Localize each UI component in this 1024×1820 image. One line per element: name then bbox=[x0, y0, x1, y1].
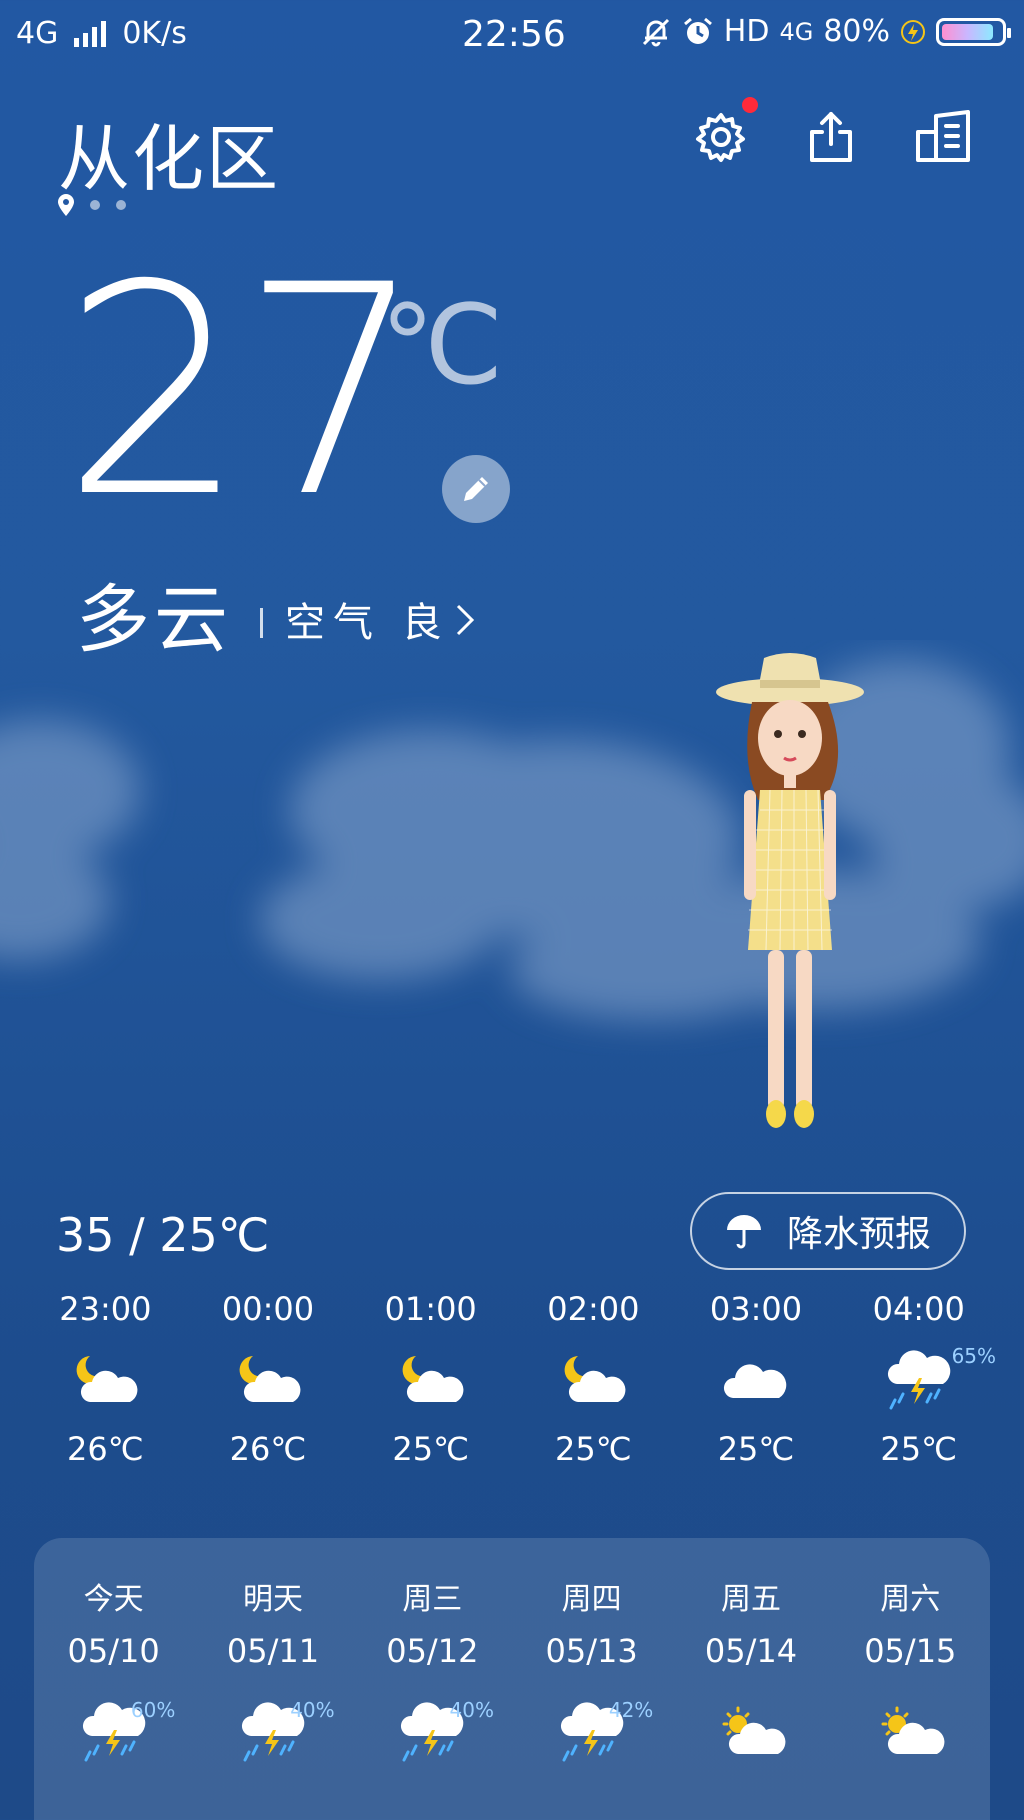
page-dot bbox=[116, 200, 126, 210]
battery-icon bbox=[936, 17, 1011, 46]
status-bar: 4G 0K/s 22:56 HD 4G 80% bbox=[0, 0, 1024, 70]
hour-time: 00:00 bbox=[221, 1290, 315, 1328]
night-cloudy-icon bbox=[402, 1356, 464, 1402]
clock: 22:56 bbox=[462, 14, 566, 55]
precip-probability: 60% bbox=[130, 1698, 176, 1722]
night-cloudy-icon bbox=[239, 1356, 301, 1402]
charging-icon bbox=[901, 19, 925, 44]
precip-probability: 42% bbox=[608, 1698, 654, 1722]
chevron-right-icon bbox=[456, 604, 474, 635]
network-type: 4G bbox=[16, 16, 59, 51]
hd-label: HD bbox=[723, 14, 770, 49]
daily-item[interactable]: 周三 05/12 40% bbox=[353, 1538, 512, 1820]
precip-probability: 65% bbox=[951, 1344, 997, 1368]
weather-character bbox=[716, 653, 864, 1128]
hourly-item: 23:00 26℃ bbox=[24, 1290, 187, 1468]
hour-temp: 25℃ bbox=[392, 1430, 469, 1468]
city-name[interactable]: 从化区 bbox=[58, 100, 280, 205]
battery-percent: 80% bbox=[823, 14, 890, 49]
hour-time: 23:00 bbox=[59, 1290, 152, 1328]
daily-item[interactable]: 明天 05/11 40% bbox=[193, 1538, 352, 1820]
bell-muted-icon bbox=[642, 18, 669, 46]
hour-temp: 25℃ bbox=[555, 1430, 632, 1468]
rain-forecast-label: 降水预报 bbox=[786, 1214, 931, 1255]
partly-sunny-icon bbox=[881, 1706, 945, 1754]
page-dot bbox=[90, 200, 100, 210]
alarm-icon bbox=[683, 17, 712, 44]
air-quality: 空气 良 bbox=[285, 599, 450, 646]
share-icon bbox=[810, 112, 852, 162]
day-date: 05/12 bbox=[386, 1632, 479, 1670]
hourly-item: 04:00 65% 25℃ bbox=[837, 1290, 1000, 1468]
day-label: 周四 bbox=[561, 1582, 622, 1617]
current-temperature: 27 bbox=[62, 224, 425, 561]
thunderstorm-icon bbox=[887, 1350, 950, 1410]
partly-sunny-icon bbox=[722, 1706, 786, 1754]
day-label: 周五 bbox=[720, 1582, 781, 1617]
hour-time: 01:00 bbox=[384, 1290, 477, 1328]
night-cloudy-icon bbox=[76, 1356, 138, 1402]
city-manage-button[interactable] bbox=[914, 110, 970, 164]
precip-probability: 40% bbox=[449, 1698, 494, 1722]
temperature-range: 35 / 25℃ bbox=[56, 1208, 270, 1262]
daily-item[interactable]: 周六 05/15 bbox=[831, 1538, 990, 1820]
header-actions bbox=[694, 110, 970, 164]
hour-time: 02:00 bbox=[547, 1290, 640, 1328]
precip-probability: 40% bbox=[290, 1698, 335, 1722]
notification-dot bbox=[742, 97, 758, 113]
day-date: 05/13 bbox=[545, 1632, 638, 1670]
daily-forecast-panel[interactable]: 今天 05/10 60% 明天 05/11 40% 周三 05/12 40% 周… bbox=[34, 1538, 990, 1820]
page-indicator bbox=[58, 194, 126, 216]
night-cloudy-icon bbox=[564, 1356, 626, 1402]
daily-item[interactable]: 周五 05/14 bbox=[671, 1538, 830, 1820]
gear-icon bbox=[696, 113, 745, 162]
network-type-right: 4G bbox=[779, 17, 814, 46]
hourly-item: 01:00 25℃ bbox=[349, 1290, 512, 1468]
cloud-icon bbox=[723, 1364, 787, 1398]
day-date: 05/15 bbox=[864, 1632, 957, 1670]
day-label: 今天 bbox=[83, 1582, 144, 1617]
hour-temp: 26℃ bbox=[67, 1430, 144, 1468]
hour-temp: 25℃ bbox=[880, 1430, 958, 1468]
hour-time: 04:00 bbox=[872, 1290, 965, 1328]
signal-icon bbox=[74, 20, 107, 47]
daily-item[interactable]: 今天 05/10 60% bbox=[34, 1538, 193, 1820]
hour-time: 03:00 bbox=[709, 1290, 803, 1328]
hour-temp: 25℃ bbox=[717, 1430, 795, 1468]
hourly-forecast: 23:00 26℃ 00:00 26℃ 01:00 25℃ 02:00 25℃ … bbox=[24, 1290, 1000, 1468]
day-date: 05/14 bbox=[704, 1632, 798, 1670]
umbrella-icon bbox=[726, 1215, 761, 1249]
day-label: 周三 bbox=[402, 1582, 463, 1617]
share-button[interactable] bbox=[804, 110, 858, 164]
settings-button[interactable] bbox=[694, 110, 748, 164]
hourly-item: 00:00 26℃ bbox=[187, 1290, 350, 1468]
hourly-item: 02:00 25℃ bbox=[512, 1290, 675, 1468]
day-label: 周六 bbox=[880, 1582, 941, 1617]
day-date: 05/11 bbox=[226, 1632, 320, 1670]
daily-item[interactable]: 周四 05/13 42% bbox=[512, 1538, 671, 1820]
day-date: 05/10 bbox=[67, 1632, 160, 1670]
status-left: 4G 0K/s bbox=[16, 16, 187, 51]
location-pin-icon bbox=[58, 194, 74, 216]
hour-temp: 26℃ bbox=[229, 1430, 307, 1468]
rain-forecast-button[interactable]: 降水预报 bbox=[690, 1192, 966, 1270]
building-icon bbox=[916, 110, 970, 162]
hourly-item: 03:00 25℃ bbox=[675, 1290, 838, 1468]
day-label: 明天 bbox=[242, 1582, 303, 1617]
temperature-unit: ℃ bbox=[380, 281, 504, 409]
edit-button[interactable] bbox=[442, 455, 510, 523]
divider bbox=[260, 607, 263, 638]
pencil-icon bbox=[464, 477, 488, 501]
status-right: HD 4G 80% bbox=[640, 14, 1011, 49]
network-speed: 0K/s bbox=[122, 16, 187, 51]
